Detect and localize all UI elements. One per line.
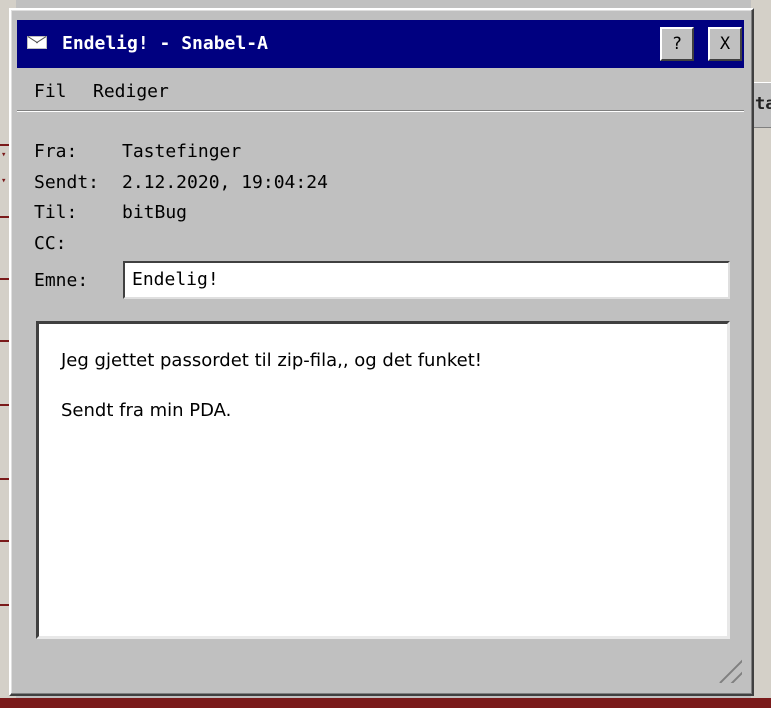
envelope-icon — [27, 36, 47, 49]
menu-item-rediger[interactable]: Rediger — [93, 81, 169, 102]
background-taskbar-edge — [0, 698, 771, 708]
title-bar[interactable]: Endelig! - Snabel-A ? X — [17, 20, 744, 68]
background-mark: ▾ — [1, 176, 7, 186]
from-label: Fra: — [34, 141, 78, 162]
from-value: Tastefinger — [122, 141, 242, 162]
background-label: ta — [755, 94, 771, 114]
sent-value: 2.12.2020, 19:04:24 — [122, 172, 328, 193]
background-line — [0, 604, 9, 606]
cc-label: CC: — [34, 233, 67, 254]
message-line: Jeg gjettet passordet til zip-fila,, og … — [61, 350, 482, 371]
close-button[interactable]: X — [708, 27, 742, 61]
subject-label: Emne: — [34, 270, 89, 291]
background-line — [0, 278, 9, 280]
background-line — [0, 216, 9, 218]
resize-grip-icon[interactable] — [718, 659, 742, 683]
message-body[interactable]: Jeg gjettet passordet til zip-fila,, og … — [36, 321, 730, 639]
help-button[interactable]: ? — [660, 27, 694, 61]
menu-item-fil[interactable]: Fil — [34, 81, 67, 102]
background-line — [0, 144, 9, 146]
background-line — [0, 478, 9, 480]
background-line — [0, 340, 9, 342]
subject-field[interactable]: Endelig! — [123, 261, 730, 299]
message-line: Sendt fra min PDA. — [61, 400, 232, 421]
to-label: Til: — [34, 202, 78, 223]
window-title: Endelig! - Snabel-A — [62, 33, 268, 54]
background-mark: ▾ — [1, 150, 7, 160]
sent-label: Sendt: — [34, 172, 100, 193]
mail-window: Endelig! - Snabel-A ? X Fil Rediger Fra:… — [9, 8, 754, 696]
background-line — [0, 404, 9, 406]
menu-bar: Fil Rediger — [17, 70, 744, 106]
background-line — [0, 540, 9, 542]
to-value: bitBug — [122, 202, 188, 223]
menu-divider — [17, 110, 744, 112]
